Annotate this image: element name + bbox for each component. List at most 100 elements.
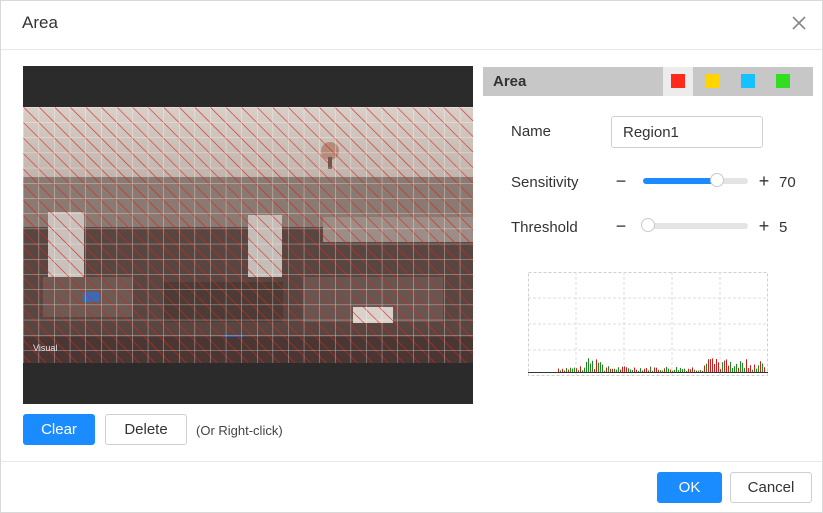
motion-graph-bar <box>718 362 719 372</box>
video-overlay-text: Visual <box>33 343 57 353</box>
motion-graph-bar <box>716 359 717 372</box>
motion-graph-bar <box>610 368 611 372</box>
motion-graph-bar <box>676 367 677 372</box>
motion-graph-bar <box>662 370 663 372</box>
motion-graph-bar <box>634 367 635 372</box>
threshold-increase-button[interactable]: + <box>757 217 771 235</box>
motion-graph-bar <box>724 360 725 372</box>
motion-graph-bar <box>588 358 589 372</box>
motion-graph-bar <box>704 365 705 372</box>
camera-scene[interactable]: Visual <box>23 107 473 363</box>
threshold-thumb[interactable] <box>641 218 656 232</box>
sensitivity-slider[interactable] <box>643 173 748 187</box>
motion-graph-bar <box>638 370 639 372</box>
sensitivity-fill <box>643 178 717 184</box>
motion-graph-bar <box>658 369 659 372</box>
motion-graph-bar <box>576 368 577 372</box>
motion-graph-bar <box>636 369 637 372</box>
area-color-bar: Area <box>483 67 813 96</box>
sensitivity-increase-button[interactable]: + <box>757 172 771 190</box>
motion-graph-bar <box>656 367 657 372</box>
motion-graph-bar <box>760 361 761 372</box>
motion-graph-bar <box>600 362 601 372</box>
area-color-cyan[interactable] <box>733 67 763 96</box>
motion-graph-bar <box>702 370 703 372</box>
motion-graph-bar <box>598 362 599 372</box>
motion-graph-bar <box>728 365 729 372</box>
motion-graph-bar <box>620 369 621 372</box>
ok-button[interactable]: OK <box>657 472 722 503</box>
motion-graph-bar <box>564 370 565 372</box>
motion-graph-bar <box>624 366 625 372</box>
motion-graph-bar <box>674 369 675 372</box>
sensitivity-value: 70 <box>779 174 796 191</box>
motion-graph-bar <box>670 369 671 372</box>
green-swatch <box>776 74 790 88</box>
motion-graph-bar <box>756 368 757 372</box>
motion-graph-bar <box>568 369 569 372</box>
motion-graph-bar <box>714 364 715 372</box>
close-icon[interactable] <box>789 13 809 33</box>
motion-graph-bar <box>570 367 571 372</box>
motion-graph-bar <box>710 359 711 372</box>
motion-graph-bar <box>732 367 733 372</box>
motion-graph-bar <box>630 369 631 372</box>
video-preview[interactable]: Visual <box>23 66 473 404</box>
name-label: Name <box>511 123 552 140</box>
sensitivity-label: Sensitivity <box>511 174 579 191</box>
motion-graph-bar <box>614 368 615 372</box>
motion-graph-bar <box>596 359 597 372</box>
motion-graph-bar <box>748 368 749 372</box>
motion-graph-bar <box>612 368 613 372</box>
motion-graph-bar <box>746 359 747 372</box>
motion-graph-bar <box>606 367 607 372</box>
motion-graph-bar <box>672 370 673 372</box>
motion-graph-bar <box>698 370 699 372</box>
motion-graph-bar <box>584 367 585 372</box>
motion-graph-bar <box>592 360 593 372</box>
motion-graph-bar <box>700 370 701 372</box>
motion-graph-bar <box>680 367 681 372</box>
motion-graph-bar <box>764 367 765 372</box>
dialog-header: Area <box>1 1 822 50</box>
name-input[interactable] <box>611 116 763 148</box>
clear-button[interactable]: Clear <box>23 414 95 445</box>
motion-graph-bar <box>594 369 595 372</box>
threshold-slider[interactable] <box>641 218 748 232</box>
motion-graph-bar <box>622 366 623 372</box>
motion-graph-bar <box>578 370 579 372</box>
delete-button[interactable]: Delete <box>105 414 187 445</box>
area-color-red[interactable] <box>663 67 693 96</box>
motion-graph-bar <box>572 368 573 372</box>
motion-graph-bar <box>708 359 709 372</box>
motion-graph-bar <box>626 367 627 372</box>
motion-graph-bar <box>740 361 741 372</box>
threshold-decrease-button[interactable]: − <box>614 217 628 235</box>
motion-graph-bar <box>648 370 649 372</box>
motion-graph-bar <box>738 367 739 372</box>
motion-graph-bar <box>678 370 679 372</box>
cyan-swatch <box>741 74 755 88</box>
area-color-yellow[interactable] <box>698 67 728 96</box>
motion-graph-bar <box>690 369 691 372</box>
sensitivity-thumb[interactable] <box>709 173 724 187</box>
motion-graph-bar <box>654 367 655 372</box>
motion-graph-bar <box>590 363 591 372</box>
motion-graph-bar <box>664 368 665 372</box>
threshold-value: 5 <box>779 219 788 236</box>
motion-graph-bar <box>734 366 735 372</box>
motion-graph-bar <box>628 368 629 372</box>
motion-graph-bar <box>608 366 609 372</box>
threshold-label: Threshold <box>511 219 578 236</box>
area-color-green[interactable] <box>768 67 798 96</box>
motion-graph-bar <box>666 366 667 372</box>
motion-graph-bar <box>574 367 575 372</box>
motion-graph-bar <box>722 362 723 372</box>
motion-graph-bar <box>660 370 661 372</box>
sensitivity-decrease-button[interactable]: − <box>614 172 628 190</box>
cancel-button[interactable]: Cancel <box>730 472 812 503</box>
motion-graph-bar <box>604 370 605 372</box>
motion-graph-bar <box>736 363 737 372</box>
motion-graph-bar <box>632 369 633 372</box>
motion-graph-bar <box>646 368 647 372</box>
